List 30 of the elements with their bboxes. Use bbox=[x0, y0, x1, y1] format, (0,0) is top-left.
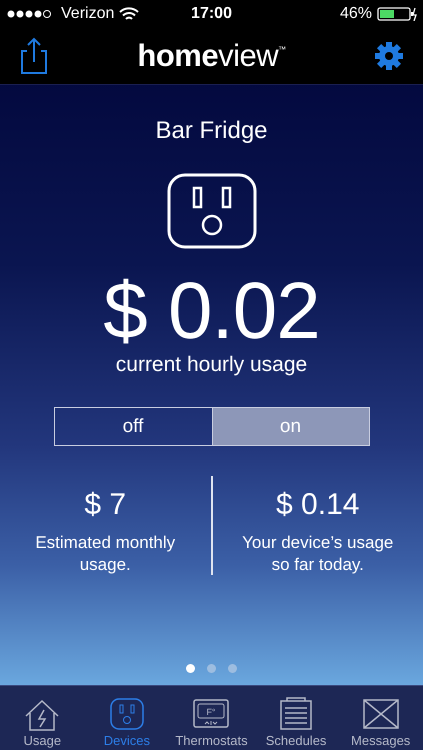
settings-icon[interactable] bbox=[374, 42, 403, 70]
stat-value: $ 0.14 bbox=[276, 488, 360, 522]
battery-percent: 46% bbox=[340, 5, 372, 23]
stat-label: Your device’s usage so far today. bbox=[241, 532, 394, 576]
carrier-name: Verizon bbox=[61, 5, 114, 23]
app-logo: homeview$^{™}$ bbox=[137, 38, 286, 74]
tab-label: Messages bbox=[351, 733, 410, 748]
page-dot[interactable] bbox=[228, 664, 237, 673]
tab-label: Devices bbox=[104, 733, 150, 748]
share-icon[interactable] bbox=[20, 37, 48, 75]
tab-item[interactable]: Devices bbox=[84, 686, 170, 750]
tab-item[interactable]: Messages bbox=[338, 686, 423, 750]
tab-label: Schedules bbox=[266, 733, 326, 748]
outlet-icon bbox=[166, 173, 256, 249]
tab-label: Usage bbox=[24, 733, 62, 748]
hourly-cost: $ 0.02 bbox=[103, 271, 320, 351]
battery-icon bbox=[377, 7, 418, 21]
device-name: Bar Fridge bbox=[155, 117, 268, 145]
toggle-option[interactable]: off bbox=[54, 408, 212, 445]
cost-caption: current hourly usage bbox=[116, 353, 308, 377]
tab-item[interactable]: F° Thermostats bbox=[169, 686, 254, 750]
wifi-icon bbox=[119, 6, 140, 22]
stat-label: Estimated monthly usage. bbox=[34, 532, 176, 576]
tab-item[interactable]: Schedules bbox=[254, 686, 338, 750]
tab-label: Thermostats bbox=[175, 733, 248, 748]
tab-item[interactable]: Usage bbox=[0, 686, 85, 750]
page-dot[interactable] bbox=[186, 664, 195, 673]
stat-value: $ 7 bbox=[84, 488, 126, 522]
page-dot[interactable] bbox=[207, 664, 216, 673]
clock: 17:00 bbox=[191, 5, 232, 23]
